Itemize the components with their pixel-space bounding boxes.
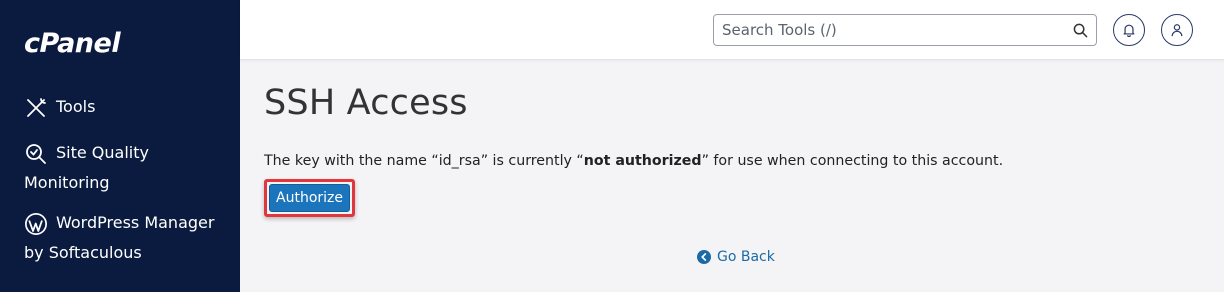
sidebar-item-label: Tools xyxy=(56,97,96,116)
cpanel-logo[interactable]: cPanel xyxy=(24,28,121,59)
sidebar-item-label: Site Quality xyxy=(56,143,149,162)
authorize-highlight: Authorize xyxy=(264,179,355,217)
search-icon[interactable] xyxy=(1073,23,1088,38)
sidebar-item-label-line2: by Softaculous xyxy=(24,243,142,262)
sidebar-item-site-quality-monitoring[interactable]: Site Quality Monitoring xyxy=(24,138,224,198)
notifications-button[interactable] xyxy=(1113,14,1145,46)
wordpress-icon xyxy=(24,212,48,236)
bell-icon xyxy=(1123,24,1135,37)
go-back-link[interactable]: Go Back xyxy=(697,249,775,265)
sidebar-item-tools[interactable]: Tools xyxy=(24,92,224,122)
message-prefix: The key with the name “id_rsa” is curren… xyxy=(264,153,584,169)
main-content: SSH Access The key with the name “id_rsa… xyxy=(240,61,1224,292)
user-icon xyxy=(1171,24,1183,37)
search-input[interactable] xyxy=(722,18,1052,42)
go-back-label: Go Back xyxy=(717,249,775,265)
message-suffix: ” for use when connecting to this accoun… xyxy=(701,153,1004,169)
sidebar-item-wordpress-manager[interactable]: WordPress Manager by Softaculous xyxy=(24,208,224,268)
authorization-message: The key with the name “id_rsa” is curren… xyxy=(264,153,1003,169)
sidebar-item-label-line2: Monitoring xyxy=(24,173,110,192)
arrow-left-circle-icon xyxy=(697,250,711,264)
sidebar-item-label: WordPress Manager xyxy=(56,213,215,232)
search-box[interactable] xyxy=(713,14,1097,46)
sidebar: cPanel Tools Site Quality Monitoring Wor… xyxy=(0,0,240,292)
user-menu-button[interactable] xyxy=(1161,14,1193,46)
top-bar xyxy=(240,0,1224,60)
page-title: SSH Access xyxy=(264,83,468,123)
authorize-button[interactable]: Authorize xyxy=(269,184,350,212)
site-quality-icon xyxy=(24,142,48,166)
authorization-status: not authorized xyxy=(583,153,702,169)
tools-icon xyxy=(24,96,48,120)
